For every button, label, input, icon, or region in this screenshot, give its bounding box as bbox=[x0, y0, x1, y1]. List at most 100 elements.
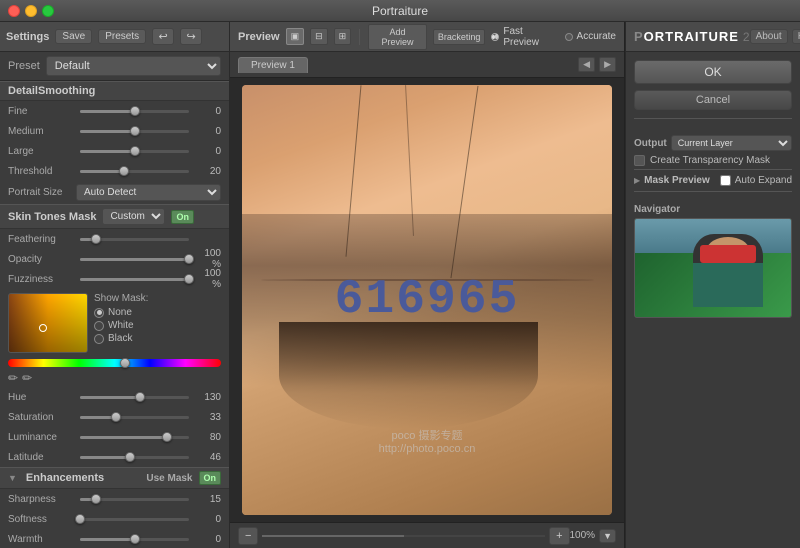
preset-label: Preset bbox=[8, 60, 40, 72]
color-picker-area: Show Mask: None White Black bbox=[0, 289, 229, 357]
eyedropper-add-button[interactable]: ✏ bbox=[8, 371, 18, 385]
mask-preview-label[interactable]: Mask Preview bbox=[644, 175, 716, 186]
split-view-button[interactable]: ⊟ bbox=[310, 28, 328, 45]
next-arrow[interactable]: ▶ bbox=[599, 57, 616, 72]
navigator-section: Navigator bbox=[634, 200, 792, 318]
zoom-in-button[interactable]: + bbox=[549, 527, 569, 545]
presets-button[interactable]: Presets bbox=[98, 29, 146, 44]
slider-large[interactable] bbox=[80, 150, 189, 153]
zoom-out-button[interactable]: − bbox=[238, 527, 258, 545]
radio-white-dot bbox=[94, 321, 104, 331]
param-label-sharpness: Sharpness bbox=[8, 494, 76, 505]
radio-white-label: White bbox=[108, 320, 134, 331]
portrait-size-label: Portrait Size bbox=[8, 187, 76, 198]
slider-threshold[interactable] bbox=[80, 170, 189, 173]
output-select[interactable]: Current Layer bbox=[671, 135, 792, 151]
radio-black[interactable]: Black bbox=[94, 333, 221, 344]
portrait-size-row: Portrait Size Auto Detect bbox=[0, 181, 229, 204]
slider-luminance[interactable] bbox=[80, 436, 189, 439]
param-value-fine: 0 bbox=[193, 106, 221, 117]
slider-fine[interactable] bbox=[80, 110, 189, 113]
save-button[interactable]: Save bbox=[55, 29, 92, 44]
cancel-button[interactable]: Cancel bbox=[634, 90, 792, 110]
add-preview-button[interactable]: Add Preview bbox=[368, 24, 427, 50]
show-mask-box: Show Mask: None White Black bbox=[94, 293, 221, 346]
eyedropper-row: ✏ ✏ bbox=[0, 369, 229, 387]
create-transparency-row[interactable]: Create Transparency Mask bbox=[634, 155, 792, 166]
param-row-feathering: Feathering bbox=[0, 229, 229, 249]
slider-sharpness[interactable] bbox=[80, 498, 189, 501]
slider-softness[interactable] bbox=[80, 518, 189, 521]
help-buttons: About Help bbox=[750, 29, 800, 44]
maximize-button[interactable] bbox=[42, 5, 54, 17]
accurate-label: Accurate bbox=[577, 31, 616, 42]
slider-feathering[interactable] bbox=[80, 238, 189, 241]
about-button[interactable]: About bbox=[750, 29, 788, 44]
param-row-opacity: Opacity 100 % bbox=[0, 249, 229, 269]
slider-medium[interactable] bbox=[80, 130, 189, 133]
prev-arrow[interactable]: ◀ bbox=[578, 57, 595, 72]
left-panel: Settings Save Presets ↩ ↪ Preset Default… bbox=[0, 22, 230, 548]
bracketing-button[interactable]: Bracketing bbox=[433, 29, 486, 45]
portrait-size-select[interactable]: Auto Detect bbox=[76, 184, 221, 201]
traffic-lights bbox=[8, 5, 54, 17]
skin-on-badge[interactable]: On bbox=[171, 210, 194, 224]
zoom-slider-track[interactable] bbox=[262, 535, 545, 537]
window-title: Portraiture bbox=[372, 4, 428, 18]
output-row: Output Current Layer bbox=[634, 135, 792, 151]
slider-saturation[interactable] bbox=[80, 416, 189, 419]
radio-black-label: Black bbox=[108, 333, 132, 344]
param-label-fuzziness: Fuzziness bbox=[8, 274, 76, 285]
single-view-button[interactable]: ▣ bbox=[286, 28, 305, 45]
hue-bar[interactable] bbox=[8, 359, 221, 367]
divider-3 bbox=[634, 191, 792, 192]
param-row-softness: Softness 0 bbox=[0, 509, 229, 529]
preset-select[interactable]: Default bbox=[46, 56, 221, 76]
slider-latitude[interactable] bbox=[80, 456, 189, 459]
radio-white[interactable]: White bbox=[94, 320, 221, 331]
enhancements-label: Enhancements bbox=[26, 472, 104, 484]
color-gradient-box[interactable] bbox=[8, 293, 88, 353]
param-label-large: Large bbox=[8, 146, 76, 157]
watermark-line1: poco 摄影专题 bbox=[379, 427, 476, 443]
skin-tones-label: Skin Tones Mask bbox=[8, 211, 96, 223]
skin-custom-select[interactable]: Custom bbox=[102, 208, 165, 225]
param-row-warmth: Warmth 0 bbox=[0, 529, 229, 548]
auto-expand-checkbox[interactable] bbox=[720, 175, 731, 186]
dual-view-button[interactable]: ⊞ bbox=[334, 28, 352, 45]
enhancements-collapse-arrow: ▼ bbox=[8, 473, 17, 483]
undo-button[interactable]: ↩ bbox=[152, 28, 174, 45]
slider-fuzziness[interactable] bbox=[80, 278, 189, 281]
slider-opacity[interactable] bbox=[80, 258, 189, 261]
help-button[interactable]: Help bbox=[792, 29, 800, 44]
create-transparency-checkbox[interactable] bbox=[634, 155, 645, 166]
create-transparency-label: Create Transparency Mask bbox=[650, 155, 770, 166]
enhancements-header: ▼ Enhancements Use Mask On bbox=[0, 467, 229, 489]
param-label-softness: Softness bbox=[8, 514, 76, 525]
auto-expand-label: Auto Expand bbox=[735, 175, 792, 186]
close-button[interactable] bbox=[8, 5, 20, 17]
ok-button[interactable]: OK bbox=[634, 60, 792, 84]
slider-hue[interactable] bbox=[80, 396, 189, 399]
radio-black-dot bbox=[94, 334, 104, 344]
param-label-hue: Hue bbox=[8, 392, 76, 403]
redo-button[interactable]: ↪ bbox=[180, 28, 202, 45]
fast-preview-radio[interactable]: Fast Preview bbox=[491, 26, 558, 48]
output-label: Output bbox=[634, 138, 667, 149]
preview-area: 616965 poco 摄影专题 http://photo.poco.cn bbox=[230, 78, 624, 522]
preview-tab-1[interactable]: Preview 1 bbox=[238, 57, 308, 73]
portraiture-logo: PORTRAITURE 2 bbox=[634, 29, 750, 44]
zoom-dropdown-button[interactable]: ▼ bbox=[599, 529, 616, 543]
minimize-button[interactable] bbox=[25, 5, 37, 17]
enhancements-on-badge[interactable]: On bbox=[199, 471, 222, 485]
radio-none[interactable]: None bbox=[94, 307, 221, 318]
navigator-thumbnail[interactable] bbox=[634, 218, 792, 318]
accurate-radio[interactable]: Accurate bbox=[565, 31, 616, 42]
slider-warmth[interactable] bbox=[80, 538, 189, 541]
param-value-large: 0 bbox=[193, 146, 221, 157]
output-section: Output Current Layer Create Transparency… bbox=[634, 135, 792, 194]
param-value-warmth: 0 bbox=[193, 534, 221, 545]
show-mask-label: Show Mask: bbox=[94, 293, 221, 304]
eyedropper-remove-button[interactable]: ✏ bbox=[22, 371, 32, 385]
fast-preview-label: Fast Preview bbox=[503, 26, 558, 48]
